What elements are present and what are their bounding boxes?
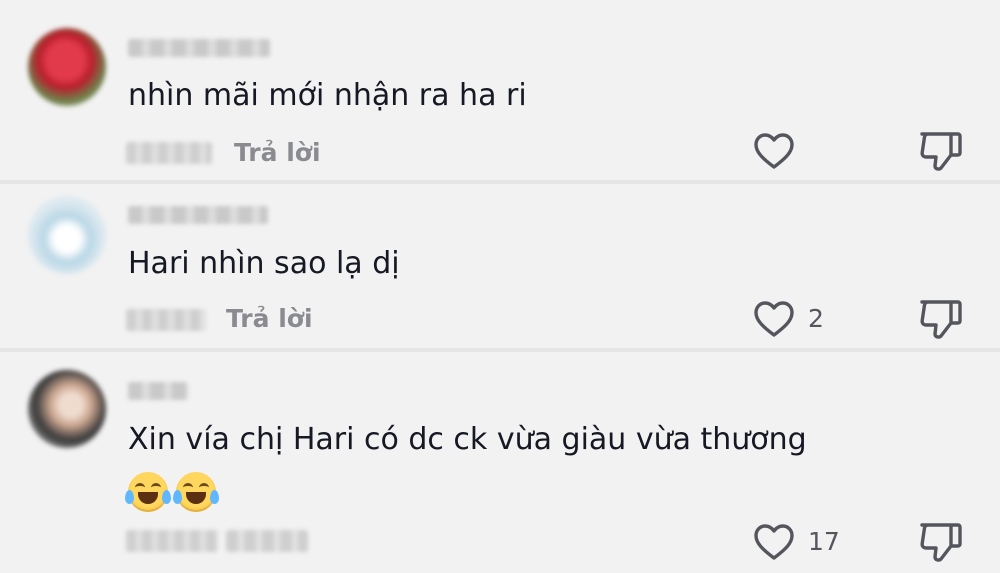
- reply-button-blurred[interactable]: [226, 530, 308, 552]
- comment-text: Xin vía chị Hari có dc ck vừa giàu vừa t…: [128, 422, 807, 457]
- comment-text: Hari nhìn sao lạ dị: [128, 246, 400, 281]
- heart-outline-icon[interactable]: [752, 131, 796, 171]
- face-with-tears-of-joy-emoji: [173, 472, 219, 512]
- comment-text: nhìn mãi mới nhận ra ha ri: [128, 78, 527, 113]
- like-count: 2: [808, 304, 824, 333]
- comment-2: Hari nhìn sao lạ dị Trả lời 2: [0, 184, 1000, 348]
- timestamp-blurred: [126, 142, 212, 164]
- comment-3: Xin vía chị Hari có dc ck vừa giàu vừa t…: [0, 352, 1000, 573]
- thumbs-down-outline-icon[interactable]: [918, 519, 964, 565]
- username-blurred[interactable]: [128, 206, 268, 224]
- reply-button[interactable]: Trả lời: [234, 138, 321, 168]
- reply-button[interactable]: Trả lời: [226, 304, 313, 334]
- thumbs-down-outline-icon[interactable]: [918, 296, 964, 342]
- thumbs-down-outline-icon[interactable]: [918, 128, 964, 174]
- heart-outline-icon[interactable]: [752, 522, 796, 562]
- heart-outline-icon[interactable]: [752, 299, 796, 339]
- comment-1: nhìn mãi mới nhận ra ha ri Trả lời: [0, 0, 1000, 180]
- avatar[interactable]: [28, 196, 106, 274]
- avatar[interactable]: [28, 370, 106, 448]
- username-blurred[interactable]: [128, 382, 188, 400]
- avatar[interactable]: [28, 28, 106, 106]
- timestamp-blurred: [126, 530, 218, 552]
- username-blurred[interactable]: [128, 39, 270, 57]
- face-with-tears-of-joy-emoji: [125, 472, 171, 512]
- timestamp-blurred: [126, 309, 206, 331]
- like-count: 17: [808, 527, 840, 556]
